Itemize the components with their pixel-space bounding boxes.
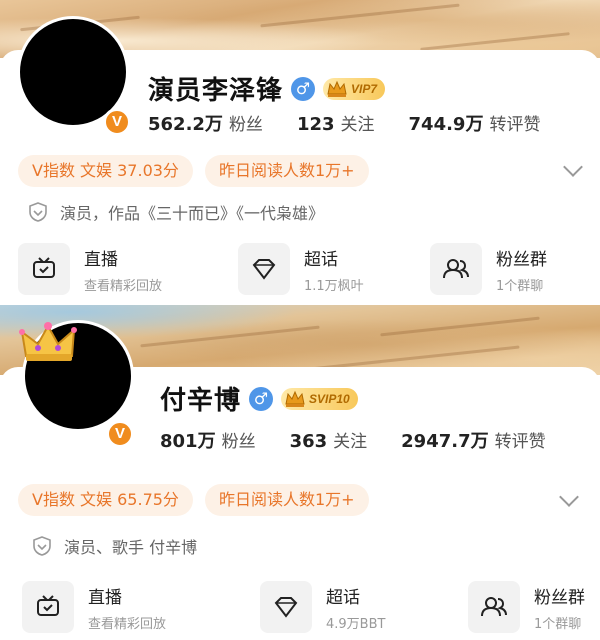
stats-row: 562.2万 粉丝 123 关注 744.9万 转评赞 — [148, 110, 574, 136]
crown-icon — [19, 322, 77, 361]
tile-subtitle: 4.9万BBT — [326, 616, 386, 632]
stat-value: 2947.7万 — [401, 431, 489, 452]
tile-super-topic[interactable]: 超话 4.9万BBT — [260, 578, 425, 636]
tile-subtitle: 1个群聊 — [534, 616, 582, 632]
stats-row: 801万 粉丝 363 关注 2947.7万 转评赞 — [160, 427, 580, 453]
fan-group-icon — [443, 259, 469, 279]
tile-super-topic[interactable]: 超话 1.1万枫叶 — [238, 240, 403, 298]
stat-value: 363 — [289, 431, 328, 452]
verified-badge-icon: V — [103, 108, 131, 136]
vip-badge[interactable]: SVIP10 — [281, 387, 358, 410]
live-tv-icon — [33, 257, 55, 278]
stat-label: 转评赞 — [489, 115, 541, 135]
readers-pill[interactable]: 昨日阅读人数1万+ — [204, 484, 369, 516]
tile-live[interactable]: 直播 查看精彩回放 — [18, 240, 183, 298]
name-row: 演员李泽锋 ♂ VIP7 — [148, 70, 386, 107]
shield-icon — [29, 202, 47, 222]
shield-icon — [33, 536, 51, 556]
tile-title: 直播 — [84, 249, 118, 270]
v-index-pill[interactable]: V指数 文娱 65.75分 — [18, 484, 193, 516]
crown-icon — [327, 80, 347, 97]
pill-row: V指数 文娱 65.75分 昨日阅读人数1万+ — [18, 484, 381, 516]
male-gender-icon: ♂ — [291, 76, 316, 101]
vip-label: VIP7 — [351, 81, 378, 96]
crown-icon — [285, 390, 305, 407]
stat-following[interactable]: 123 关注 — [297, 110, 375, 135]
v-index-pill[interactable]: V指数 文娱 37.03分 — [18, 155, 193, 187]
tile-subtitle: 查看精彩回放 — [84, 278, 163, 294]
fan-group-icon — [481, 597, 507, 617]
stat-interactions[interactable]: 744.9万 转评赞 — [409, 110, 541, 136]
tile-title: 超话 — [304, 249, 338, 270]
tile-title: 粉丝群 — [496, 249, 547, 270]
stat-label: 转评赞 — [494, 432, 546, 452]
stat-value: 123 — [296, 114, 335, 135]
tile-title: 粉丝群 — [534, 587, 585, 608]
tile-fan-group[interactable]: 粉丝群 1个群聊 — [468, 578, 600, 636]
profile-card-1: V 演员李泽锋 ♂ VIP7 562.2万 粉丝 123 关注 744.9万 转… — [0, 0, 600, 305]
verified-badge-icon: V — [106, 420, 134, 448]
stat-label: 关注 — [340, 115, 375, 135]
verification-text: 演员、歌手 付辛博 — [64, 538, 198, 557]
profile-name: 付辛博 — [160, 386, 242, 416]
stat-label: 关注 — [333, 432, 368, 452]
profile-name: 演员李泽锋 — [148, 76, 284, 106]
stat-label: 粉丝 — [221, 432, 256, 452]
stat-fans[interactable]: 562.2万 粉丝 — [148, 110, 263, 136]
tile-subtitle: 1个群聊 — [496, 278, 544, 294]
stat-fans[interactable]: 801万 粉丝 — [160, 427, 256, 453]
stat-following[interactable]: 363 关注 — [290, 427, 368, 452]
tile-title: 超话 — [326, 587, 360, 608]
diamond-icon — [252, 259, 276, 280]
vip-label: SVIP10 — [309, 391, 350, 406]
vip-badge[interactable]: VIP7 — [323, 77, 386, 100]
pill-row: V指数 文娱 37.03分 昨日阅读人数1万+ — [18, 155, 381, 187]
male-gender-icon: ♂ — [249, 386, 274, 411]
tile-live[interactable]: 直播 查看精彩回放 — [22, 578, 187, 636]
name-row: 付辛博 ♂ SVIP10 — [160, 380, 358, 417]
stat-value: 801万 — [160, 431, 216, 452]
live-tv-icon — [37, 595, 59, 616]
diamond-icon — [274, 597, 298, 618]
stat-value: 744.9万 — [408, 114, 484, 135]
readers-pill[interactable]: 昨日阅读人数1万+ — [204, 155, 369, 187]
tile-fan-group[interactable]: 粉丝群 1个群聊 — [430, 240, 595, 298]
verification-row: 演员，作品《三十而已》《一代枭雄》 — [28, 200, 324, 224]
verification-text: 演员，作品《三十而已》《一代枭雄》 — [60, 204, 325, 223]
stat-interactions[interactable]: 2947.7万 转评赞 — [401, 427, 545, 453]
stat-label: 粉丝 — [228, 115, 263, 135]
tile-subtitle: 查看精彩回放 — [88, 616, 167, 632]
tile-subtitle: 1.1万枫叶 — [304, 278, 364, 294]
tile-title: 直播 — [88, 587, 122, 608]
verification-row: 演员、歌手 付辛博 — [32, 534, 197, 558]
stat-value: 562.2万 — [148, 114, 223, 135]
